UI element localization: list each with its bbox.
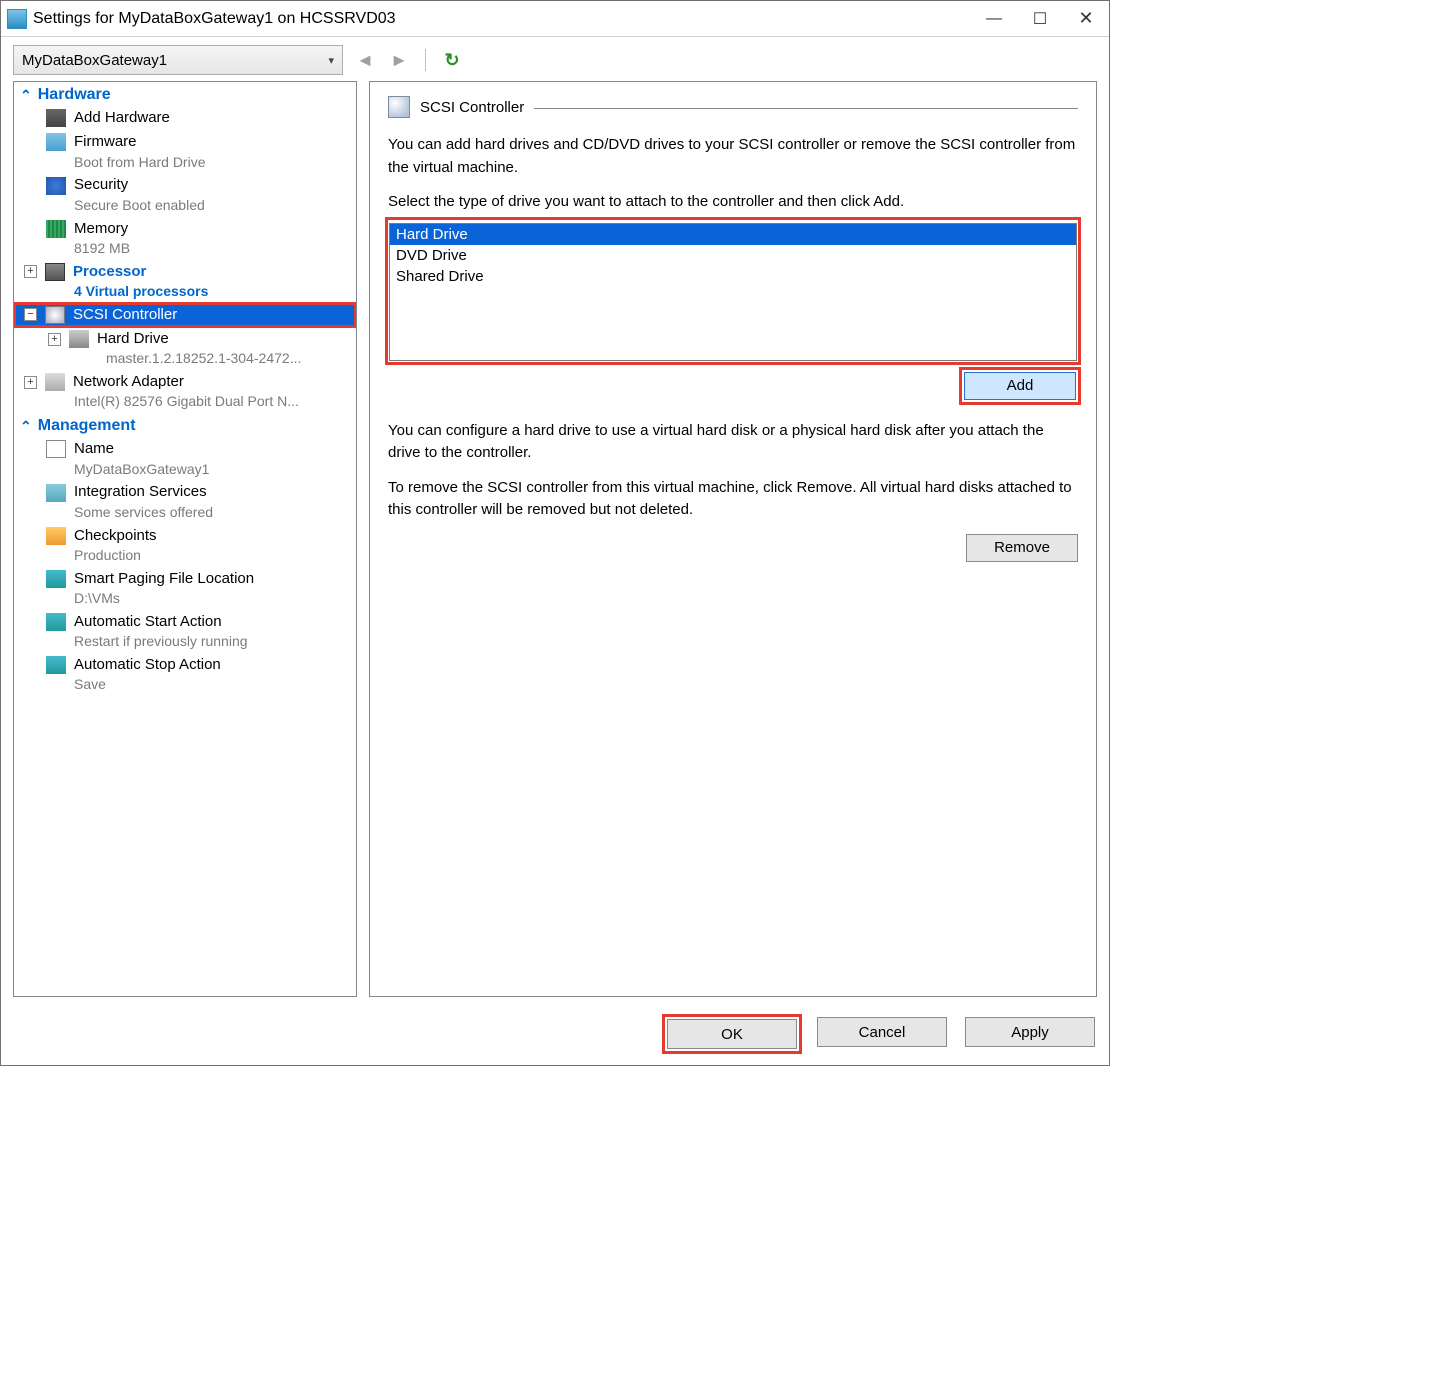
settings-tree: ⌃ Hardware Add Hardware Firmware Boot fr… (13, 81, 357, 997)
firmware-icon (46, 133, 66, 151)
settings-window: Settings for MyDataBoxGateway1 on HCSSRV… (0, 0, 1110, 1066)
drive-type-listbox[interactable]: Hard Drive DVD Drive Shared Drive (389, 223, 1077, 361)
detail-description-1: You can add hard drives and CD/DVD drive… (388, 134, 1078, 179)
detail-description-2: Select the type of drive you want to att… (388, 191, 1078, 214)
refresh-button[interactable]: ↻ (440, 48, 464, 72)
app-icon (7, 9, 27, 29)
vm-selector-dropdown[interactable]: MyDataBoxGateway1 ▾ (13, 45, 343, 75)
tree-item-add-hardware[interactable]: Add Hardware (14, 106, 356, 130)
expand-icon[interactable]: + (48, 333, 61, 346)
add-button[interactable]: Add (964, 372, 1076, 400)
tree-item-memory[interactable]: Memory 8192 MB (14, 217, 356, 260)
add-button-highlight: Add (962, 370, 1078, 402)
name-icon (46, 440, 66, 458)
dialog-footer: OK Cancel Apply (1, 1007, 1109, 1065)
tree-item-firmware[interactable]: Firmware Boot from Hard Drive (14, 130, 356, 173)
detail-header: SCSI Controller (388, 96, 1078, 118)
chevron-down-icon: ▾ (328, 54, 334, 67)
tree-item-auto-stop[interactable]: Automatic Stop Action Save (14, 653, 356, 696)
integration-icon (46, 484, 66, 502)
tree-item-checkpoints[interactable]: Checkpoints Production (14, 524, 356, 567)
collapse-icon[interactable]: − (24, 308, 37, 321)
toolbar-separator (425, 49, 426, 71)
hardware-section-header[interactable]: ⌃ Hardware (14, 82, 356, 106)
scsi-controller-icon (388, 96, 410, 118)
tree-item-security[interactable]: Security Secure Boot enabled (14, 173, 356, 216)
scsi-icon (45, 306, 65, 324)
cancel-button[interactable]: Cancel (817, 1017, 947, 1047)
memory-icon (46, 220, 66, 238)
drive-option-dvd-drive[interactable]: DVD Drive (390, 245, 1076, 266)
add-hardware-icon (46, 109, 66, 127)
ok-button-highlight: OK (665, 1017, 799, 1051)
drive-option-shared-drive[interactable]: Shared Drive (390, 266, 1076, 287)
maximize-button[interactable]: ☐ (1017, 3, 1063, 35)
remove-button[interactable]: Remove (966, 534, 1078, 562)
tree-item-processor[interactable]: +Processor 4 Virtual processors (14, 260, 356, 303)
paging-icon (46, 570, 66, 588)
nav-back-button[interactable]: ◄ (353, 48, 377, 72)
toolbar: MyDataBoxGateway1 ▾ ◄ ► ↻ (1, 37, 1109, 81)
expand-icon[interactable]: + (24, 376, 37, 389)
tree-item-smart-paging[interactable]: Smart Paging File Location D:\VMs (14, 567, 356, 610)
tree-item-network-adapter[interactable]: +Network Adapter Intel(R) 82576 Gigabit … (14, 370, 356, 413)
auto-start-icon (46, 613, 66, 631)
header-rule (534, 108, 1078, 109)
detail-description-3: You can configure a hard drive to use a … (388, 420, 1078, 465)
tree-item-name[interactable]: Name MyDataBoxGateway1 (14, 437, 356, 480)
processor-icon (45, 263, 65, 281)
apply-button[interactable]: Apply (965, 1017, 1095, 1047)
auto-stop-icon (46, 656, 66, 674)
checkpoints-icon (46, 527, 66, 545)
tree-item-hard-drive[interactable]: +Hard Drive master.1.2.18252.1-304-2472.… (14, 327, 356, 370)
tree-item-scsi-controller[interactable]: −SCSI Controller (14, 303, 356, 327)
drive-option-hard-drive[interactable]: Hard Drive (390, 224, 1076, 245)
tree-item-integration-services[interactable]: Integration Services Some services offer… (14, 480, 356, 523)
minimize-button[interactable]: — (971, 3, 1017, 35)
detail-title: SCSI Controller (420, 99, 524, 116)
hard-drive-icon (69, 330, 89, 348)
detail-pane: SCSI Controller You can add hard drives … (369, 81, 1097, 997)
drive-type-listbox-highlight: Hard Drive DVD Drive Shared Drive (388, 220, 1078, 362)
expand-icon[interactable]: + (24, 265, 37, 278)
close-button[interactable]: ✕ (1063, 3, 1109, 35)
collapse-icon: ⌃ (20, 418, 32, 435)
management-section-header[interactable]: ⌃ Management (14, 413, 356, 437)
detail-description-4: To remove the SCSI controller from this … (388, 477, 1078, 522)
ok-button[interactable]: OK (667, 1019, 797, 1049)
shield-icon (46, 177, 66, 195)
nav-forward-button[interactable]: ► (387, 48, 411, 72)
collapse-icon: ⌃ (20, 87, 32, 104)
tree-item-auto-start[interactable]: Automatic Start Action Restart if previo… (14, 610, 356, 653)
vm-selector-value: MyDataBoxGateway1 (22, 52, 167, 69)
window-title: Settings for MyDataBoxGateway1 on HCSSRV… (33, 10, 971, 28)
network-icon (45, 373, 65, 391)
titlebar: Settings for MyDataBoxGateway1 on HCSSRV… (1, 1, 1109, 37)
